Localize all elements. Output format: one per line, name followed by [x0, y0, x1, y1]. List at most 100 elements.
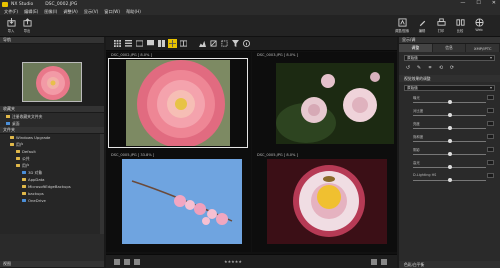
tab-adjust[interactable]: 调整	[399, 44, 433, 52]
thumbnail-cell[interactable]: DSC_0005.JPG [ 8.0% ]	[252, 152, 397, 252]
right-panel-header[interactable]: 显示/调	[399, 37, 500, 44]
favorites-header[interactable]: 收藏夹	[0, 106, 104, 113]
adjust-slider[interactable]: 亮度	[399, 120, 500, 133]
folder-label: 3D 对象	[28, 169, 43, 175]
filter-icon[interactable]	[232, 40, 239, 47]
folder-icon	[10, 136, 14, 139]
folder-tree-item[interactable]: backups	[0, 190, 104, 197]
list-view-icon[interactable]	[125, 40, 132, 47]
slider-value-field[interactable]	[487, 134, 494, 139]
slider-value-field[interactable]	[487, 108, 494, 113]
web-button[interactable]: Web	[470, 17, 488, 35]
menu-adjust[interactable]: 调整(A)	[63, 9, 78, 15]
maximize-button[interactable]: ☐	[476, 0, 480, 6]
slider-value-field[interactable]	[487, 173, 494, 178]
slider-knob[interactable]	[447, 113, 452, 117]
compare-button[interactable]: 比较	[451, 17, 469, 35]
rating-stars[interactable]: ★★★★★	[224, 259, 242, 264]
adjust-slider[interactable]: 高光	[399, 159, 500, 172]
thumbnail-cell[interactable]: DSC_0005.JPG [ 33.8% ]	[106, 152, 251, 252]
slider-knob[interactable]	[447, 100, 452, 104]
folder-tree-item[interactable]: Default	[0, 148, 104, 155]
quad-view-icon[interactable]	[168, 39, 177, 48]
focus-point-icon[interactable]	[221, 40, 228, 47]
bee-dahlia-photo	[267, 159, 387, 244]
folder-tree-item[interactable]: Windows Upgrade	[0, 134, 104, 141]
next-icon[interactable]	[381, 258, 387, 265]
print-button[interactable]: 打印	[432, 17, 450, 35]
image-browser: DSC_0002.JPG [ 8.0% ] DSC_0003.JPG [ 8.0…	[106, 37, 397, 268]
compare-view-icon[interactable]	[180, 40, 187, 47]
folder-tree-item[interactable]: 用户	[0, 162, 104, 169]
histogram-icon[interactable]	[199, 40, 206, 47]
label-icon[interactable]	[134, 258, 140, 265]
slider-value-field[interactable]	[487, 147, 494, 152]
favorites-register-item[interactable]: 注册收藏夹文件夹	[0, 113, 104, 120]
menu-view[interactable]: 显示(V)	[84, 9, 99, 15]
folder-tree-item[interactable]: OneDrive	[0, 197, 104, 204]
slider-knob[interactable]	[447, 178, 452, 182]
menu-edit[interactable]: 编辑(E)	[24, 9, 38, 15]
prev-icon[interactable]	[371, 258, 377, 265]
info-icon[interactable]	[243, 40, 250, 47]
export-button[interactable]: 导出	[18, 17, 36, 35]
preset-dropdown[interactable]: 原始值	[404, 55, 495, 61]
filmstrip-view-icon[interactable]	[136, 40, 143, 47]
folder-tree-item[interactable]: 用户	[0, 141, 104, 148]
folder-tree-item[interactable]: 公共	[0, 155, 104, 162]
navigator-thumbnail[interactable]	[22, 62, 82, 102]
title-bar: NX Studio DSC_0002.JPG — ☐ ✕	[0, 0, 500, 8]
crop-icon[interactable]: ⌗	[427, 65, 433, 71]
thumbnail-cell[interactable]: DSC_0003.JPG [ 8.0% ]	[252, 52, 397, 152]
brush-icon[interactable]: ✎	[416, 65, 422, 71]
visual-adjust-section[interactable]: 视觉效果的调整	[399, 75, 500, 82]
adjust-slider[interactable]: D-Lighting HS	[399, 172, 500, 185]
adjust-slider[interactable]: 曝光	[399, 94, 500, 107]
slider-label: 阴影	[413, 148, 420, 152]
menu-file[interactable]: 文件(F)	[4, 9, 18, 15]
adjust-image-button[interactable]: 调整/图像	[393, 17, 411, 35]
folder-label: backups	[28, 191, 44, 196]
slider-value-field[interactable]	[487, 160, 494, 165]
tab-info[interactable]: 信息	[432, 44, 467, 52]
thumbnail-cell[interactable]: DSC_0002.JPG [ 8.0% ]	[106, 52, 251, 152]
slider-knob[interactable]	[447, 139, 452, 143]
favorites-desktop-item[interactable]: 桌面	[0, 120, 104, 127]
edit-button[interactable]: 编辑	[413, 17, 431, 35]
navigator-header[interactable]: 导航	[0, 37, 104, 44]
folder-tree-item[interactable]: MicrosoftEdgeBackups	[0, 183, 104, 190]
adjust-slider[interactable]: 饱和度	[399, 133, 500, 146]
import-icon	[6, 18, 16, 27]
dahlia-thumbnail-image	[23, 63, 81, 101]
straighten-icon[interactable]: ⟲	[438, 65, 444, 71]
retouch-icon[interactable]: ⟳	[449, 65, 455, 71]
rotate-right-icon[interactable]	[124, 258, 130, 265]
picture-control-icon[interactable]: ↺	[405, 65, 411, 71]
folders-header[interactable]: 文件夹	[0, 127, 104, 134]
grid-view-icon[interactable]	[114, 40, 121, 47]
slider-value-field[interactable]	[487, 95, 494, 100]
menu-image[interactable]: 图像(I)	[44, 9, 57, 15]
slider-knob[interactable]	[447, 152, 452, 156]
slider-knob[interactable]	[447, 126, 452, 130]
adjust-slider[interactable]: 阴影	[399, 146, 500, 159]
history-header[interactable]: 视图	[0, 261, 104, 268]
close-button[interactable]: ✕	[492, 0, 496, 6]
folder-tree-item[interactable]: AppData	[0, 176, 104, 183]
folder-tree-item[interactable]: 3D 对象	[0, 169, 104, 176]
folder-icon	[6, 115, 10, 118]
rotate-left-icon[interactable]	[114, 258, 120, 265]
minimize-button[interactable]: —	[460, 0, 465, 6]
thumbnail-label: DSC_0003.JPG [ 8.0% ]	[257, 53, 299, 57]
split-view-icon[interactable]	[158, 40, 165, 47]
tab-xmp-iptc[interactable]: XMP/IPTC	[466, 44, 500, 52]
section-dropdown[interactable]: 原始值	[404, 85, 495, 91]
adjust-slider[interactable]: 对比度	[399, 107, 500, 120]
slider-value-field[interactable]	[487, 121, 494, 126]
slider-knob[interactable]	[447, 165, 452, 169]
clipping-icon[interactable]	[210, 40, 217, 47]
menu-help[interactable]: 帮助(H)	[126, 9, 141, 15]
color-section[interactable]: 色彩/白平衡	[399, 261, 500, 268]
menu-window[interactable]: 窗口(W)	[104, 9, 120, 15]
single-view-icon[interactable]	[147, 40, 154, 47]
